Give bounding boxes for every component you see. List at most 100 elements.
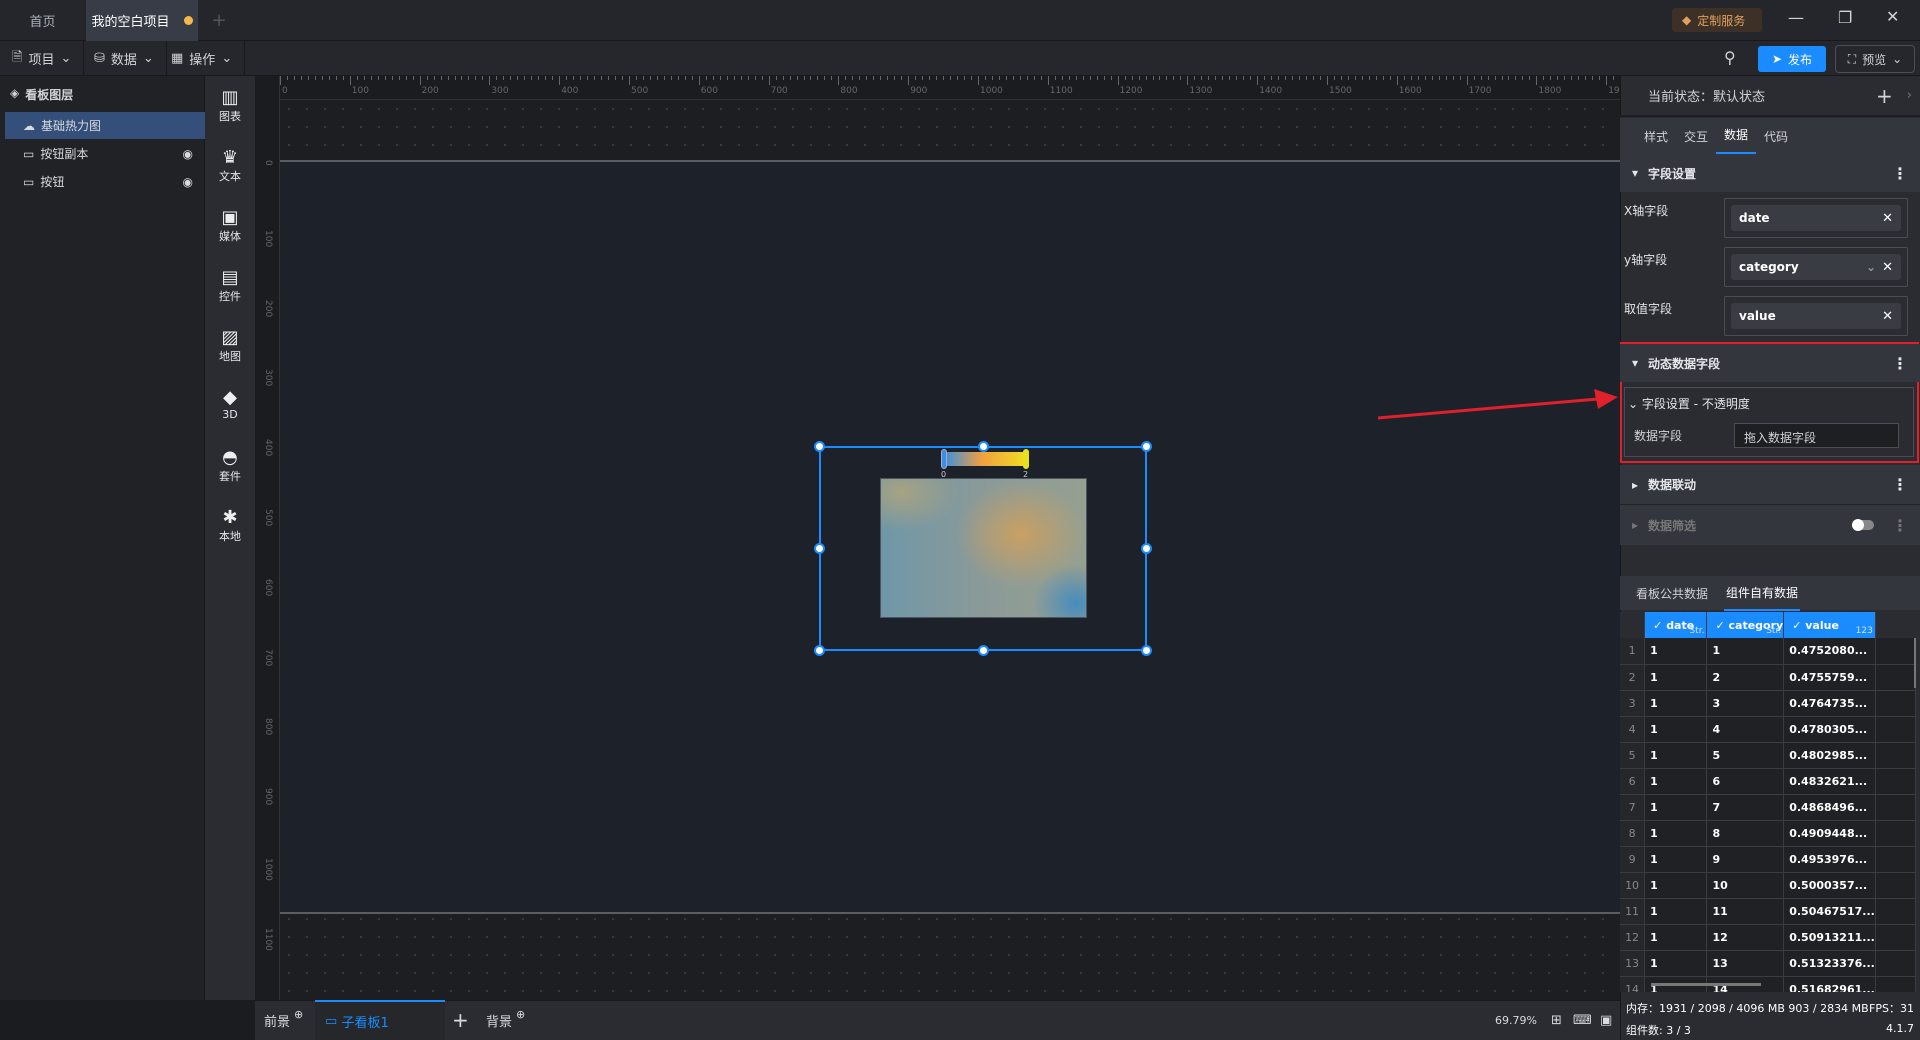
table-row[interactable]: 2 1 2 0.4755759... (1620, 664, 1916, 691)
dynamic-fields-section[interactable]: ▾ 动态数据字段 ⋮ (1620, 344, 1920, 382)
legend-handle-min[interactable] (941, 449, 947, 469)
more-icon[interactable]: ⋮ (1892, 516, 1908, 535)
component-6[interactable]: ◓ 套件 (205, 448, 255, 484)
custom-service-button[interactable]: ◆ 定制服务 (1672, 8, 1762, 32)
foreground-tab[interactable]: 前景 ⊕ (264, 1000, 303, 1040)
field-input[interactable]: date ✕ (1731, 205, 1901, 231)
search-icon[interactable]: ⚲ (1724, 48, 1736, 67)
table-row[interactable]: 12 1 12 0.50913211... (1620, 924, 1916, 951)
dynamic-sub-header[interactable]: ⌄ 字段设置 - 不透明度 (1628, 395, 1750, 412)
table-row[interactable]: 11 1 11 0.50467517... (1620, 898, 1916, 925)
keyboard-icon[interactable]: ⌨ (1573, 1000, 1592, 1040)
menu-data[interactable]: ⛁ 数据 ⌄ (82, 41, 167, 76)
data-linkage-section[interactable]: ▸ 数据联动 ⋮ (1620, 465, 1920, 505)
layer-item[interactable]: ▭ 按钮副本 ◉ (5, 140, 205, 167)
subboard-tab[interactable]: ▭ 子看板1 (315, 1000, 445, 1040)
tab-2[interactable]: 数据 (1716, 117, 1757, 155)
add-board-button[interactable]: + (452, 1000, 469, 1040)
clear-icon[interactable]: ✕ (1882, 211, 1893, 226)
fit-screen-icon[interactable]: ⊞ (1551, 1000, 1562, 1040)
more-icon[interactable]: ⋮ (1892, 475, 1908, 494)
resize-handle[interactable] (978, 441, 989, 452)
eye-hidden-icon[interactable]: ◉ (183, 147, 193, 161)
table-row[interactable]: 3 1 3 0.4764735... (1620, 690, 1916, 717)
table-row[interactable]: 4 1 4 0.4780305... (1620, 716, 1916, 743)
resize-handle[interactable] (1141, 645, 1152, 656)
field-input[interactable]: value ✕ (1731, 303, 1901, 329)
resize-handle[interactable] (814, 543, 825, 554)
data-field-dropzone[interactable]: 拖入数据字段 (1734, 423, 1899, 448)
resize-handle[interactable] (1141, 441, 1152, 452)
field-input[interactable]: category ⌄ ✕ (1731, 254, 1901, 280)
horizontal-scrollbar[interactable] (1651, 983, 1761, 986)
more-icon[interactable]: ⋮ (1892, 354, 1908, 373)
table-row[interactable]: 5 1 5 0.4802985... (1620, 742, 1916, 769)
component-5[interactable]: ◆ 3D (205, 388, 255, 422)
layer-item[interactable]: ▭ 按钮 ◉ (5, 168, 205, 195)
zoom-level[interactable]: 69.79% (1495, 1000, 1537, 1040)
minimize-button[interactable]: — (1788, 8, 1804, 27)
data-table[interactable]: ✓ date Str. ✓ category Str. ✓ value 123 1 1 1 0.4… (1620, 612, 1916, 992)
component-2[interactable]: ▣ 媒体 (205, 208, 255, 244)
table-row[interactable]: 6 1 6 0.4832621... (1620, 768, 1916, 795)
menu-project[interactable]: 🗎 项目 ⌄ (0, 41, 85, 76)
more-icon[interactable]: ⋮ (1892, 164, 1908, 183)
new-tab-button[interactable]: + (200, 0, 238, 41)
chevron-right-icon[interactable]: › (1907, 88, 1912, 103)
vertical-scrollbar[interactable] (1914, 638, 1916, 688)
component-0[interactable]: ▥ 图表 (205, 88, 255, 124)
table-cell: 0.4752080... (1783, 638, 1876, 665)
field-settings-section[interactable]: ▾ 字段设置 ⋮ (1620, 154, 1920, 192)
chevron-down-icon[interactable]: ⌄ (1866, 260, 1876, 274)
column-header[interactable]: ✓ date Str. (1644, 612, 1708, 638)
table-row[interactable]: 9 1 9 0.4953976... (1620, 846, 1916, 873)
heatmap-chart[interactable] (880, 478, 1087, 618)
resize-handle[interactable] (978, 645, 989, 656)
table-row[interactable]: 7 1 7 0.4868496... (1620, 794, 1916, 821)
ruler-tick (726, 76, 728, 80)
add-state-button[interactable]: + (1876, 84, 1893, 108)
tab-public-data[interactable]: 看板公共数据 (1636, 585, 1708, 602)
table-row[interactable]: 10 1 10 0.5000357... (1620, 872, 1916, 899)
field-box[interactable]: value ✕ (1724, 296, 1908, 336)
ruler-tick-label: 900 (263, 788, 273, 806)
legend-handle-max[interactable] (1023, 449, 1029, 469)
eye-hidden-icon[interactable]: ◉ (183, 175, 193, 189)
data-filter-section[interactable]: ▸ 数据筛选 ⋮ (1620, 505, 1920, 545)
component-1[interactable]: ♛ 文本 (205, 148, 255, 184)
tab-1[interactable]: 交互 (1676, 119, 1716, 154)
tab-own-data[interactable]: 组件自有数据 (1724, 576, 1801, 611)
tab-project[interactable]: 我的空白项目 (86, 0, 198, 41)
close-button[interactable]: ✕ (1886, 7, 1899, 26)
layer-item[interactable]: ☁ 基础热力图 (5, 112, 205, 139)
table-row[interactable]: 8 1 8 0.4909448... (1620, 820, 1916, 847)
field-box[interactable]: category ⌄ ✕ (1724, 247, 1908, 287)
resize-handle[interactable] (814, 645, 825, 656)
restore-button[interactable]: ❐ (1838, 8, 1852, 27)
component-3[interactable]: ▤ 控件 (205, 268, 255, 304)
add-circle-icon[interactable]: ⊕ (516, 1008, 525, 1021)
table-row[interactable]: 1 1 1 0.4752080... (1620, 638, 1916, 665)
field-box[interactable]: date ✕ (1724, 198, 1908, 238)
ruler-tick (475, 76, 477, 80)
filter-toggle[interactable] (1852, 519, 1874, 531)
preview-button[interactable]: ⛶ 预览 ⌄ (1835, 45, 1915, 73)
clear-icon[interactable]: ✕ (1882, 260, 1893, 275)
tab-home[interactable]: 首页 (0, 0, 85, 41)
menu-operate[interactable]: ▦ 操作 ⌄ (159, 41, 246, 76)
tab-3[interactable]: 代码 (1756, 119, 1796, 154)
background-tab[interactable]: 背景 ⊕ (486, 1000, 525, 1040)
component-4[interactable]: ▨ 地图 (205, 328, 255, 364)
resize-handle[interactable] (1141, 543, 1152, 554)
terminal-icon[interactable]: ▣ (1600, 1000, 1612, 1040)
publish-button[interactable]: ➤ 发布 (1758, 46, 1826, 72)
component-7[interactable]: ✱ 本地 (205, 508, 255, 544)
table-row[interactable]: 13 1 13 0.51323376... (1620, 950, 1916, 977)
clear-icon[interactable]: ✕ (1882, 309, 1893, 324)
column-header[interactable]: ✓ value 123 (1783, 612, 1876, 638)
visual-map-legend[interactable] (944, 452, 1028, 466)
resize-handle[interactable] (814, 441, 825, 452)
tab-0[interactable]: 样式 (1636, 119, 1676, 154)
column-header[interactable]: ✓ category Str. (1706, 612, 1785, 638)
add-circle-icon[interactable]: ⊕ (294, 1008, 303, 1021)
